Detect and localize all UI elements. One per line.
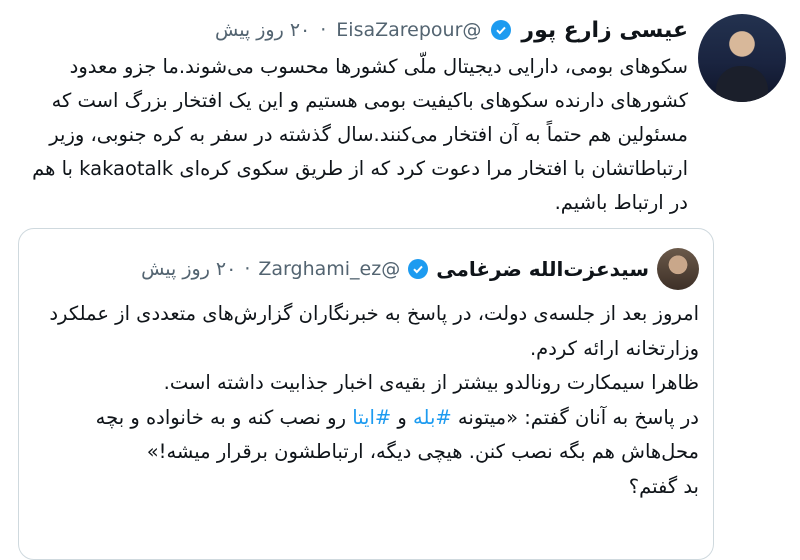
author-handle[interactable]: @EisaZarepour xyxy=(336,19,481,41)
quoted-paragraph: بد گفتم؟ xyxy=(628,474,699,498)
quoted-paragraph: ظاهرا سیمکارت رونالدو بیشتر از بقیه‌ی اخ… xyxy=(163,371,699,394)
quoted-tweet-timestamp[interactable]: ۲۰ روز پیش xyxy=(141,258,236,280)
tweet-text: سکوهای بومی، دارایی دیجیتال ملّی کشورها … xyxy=(32,55,688,214)
hashtag-link[interactable]: #ایتا xyxy=(352,406,391,429)
author-name[interactable]: عیسی زارع پور xyxy=(521,18,688,43)
tweet-timestamp[interactable]: ۲۰ روز پیش xyxy=(215,19,310,41)
verified-badge-icon xyxy=(408,259,429,279)
quoted-tweet-header: سیدعزت‌الله ضرغامی @Zarghami_ez · ۲۰ روز… xyxy=(141,247,699,291)
tweet: عیسی زارع پور @EisaZarepour · ۲۰ روز پیش… xyxy=(0,0,800,560)
quoted-author-handle[interactable]: @Zarghami_ez xyxy=(258,258,400,280)
quoted-tweet-text: امروز بعد از جلسه‌ی دولت، در پاسخ به خبر… xyxy=(31,297,699,504)
quoted-tweet[interactable]: سیدعزت‌الله ضرغامی @Zarghami_ez · ۲۰ روز… xyxy=(18,228,714,560)
quoted-author-avatar[interactable] xyxy=(657,248,699,290)
quoted-author-name[interactable]: سیدعزت‌الله ضرغامی xyxy=(436,257,649,281)
quoted-paragraph: در پاسخ به آنان گفتم: «میتونه #بله و #ای… xyxy=(31,401,699,470)
hashtag-link[interactable]: #بله xyxy=(413,406,452,429)
tweet-header: عیسی زارع پور @EisaZarepour · ۲۰ روز پیش xyxy=(215,10,688,50)
author-avatar[interactable] xyxy=(698,14,786,102)
quoted-text-fragment: در پاسخ به آنان گفتم: «میتونه xyxy=(451,405,699,429)
separator-dot: · xyxy=(244,258,251,280)
quoted-paragraph: امروز بعد از جلسه‌ی دولت، در پاسخ به خبر… xyxy=(49,302,699,360)
quoted-text-fragment: و xyxy=(391,405,414,429)
separator-dot: · xyxy=(320,19,327,41)
verified-badge-icon xyxy=(491,20,512,40)
